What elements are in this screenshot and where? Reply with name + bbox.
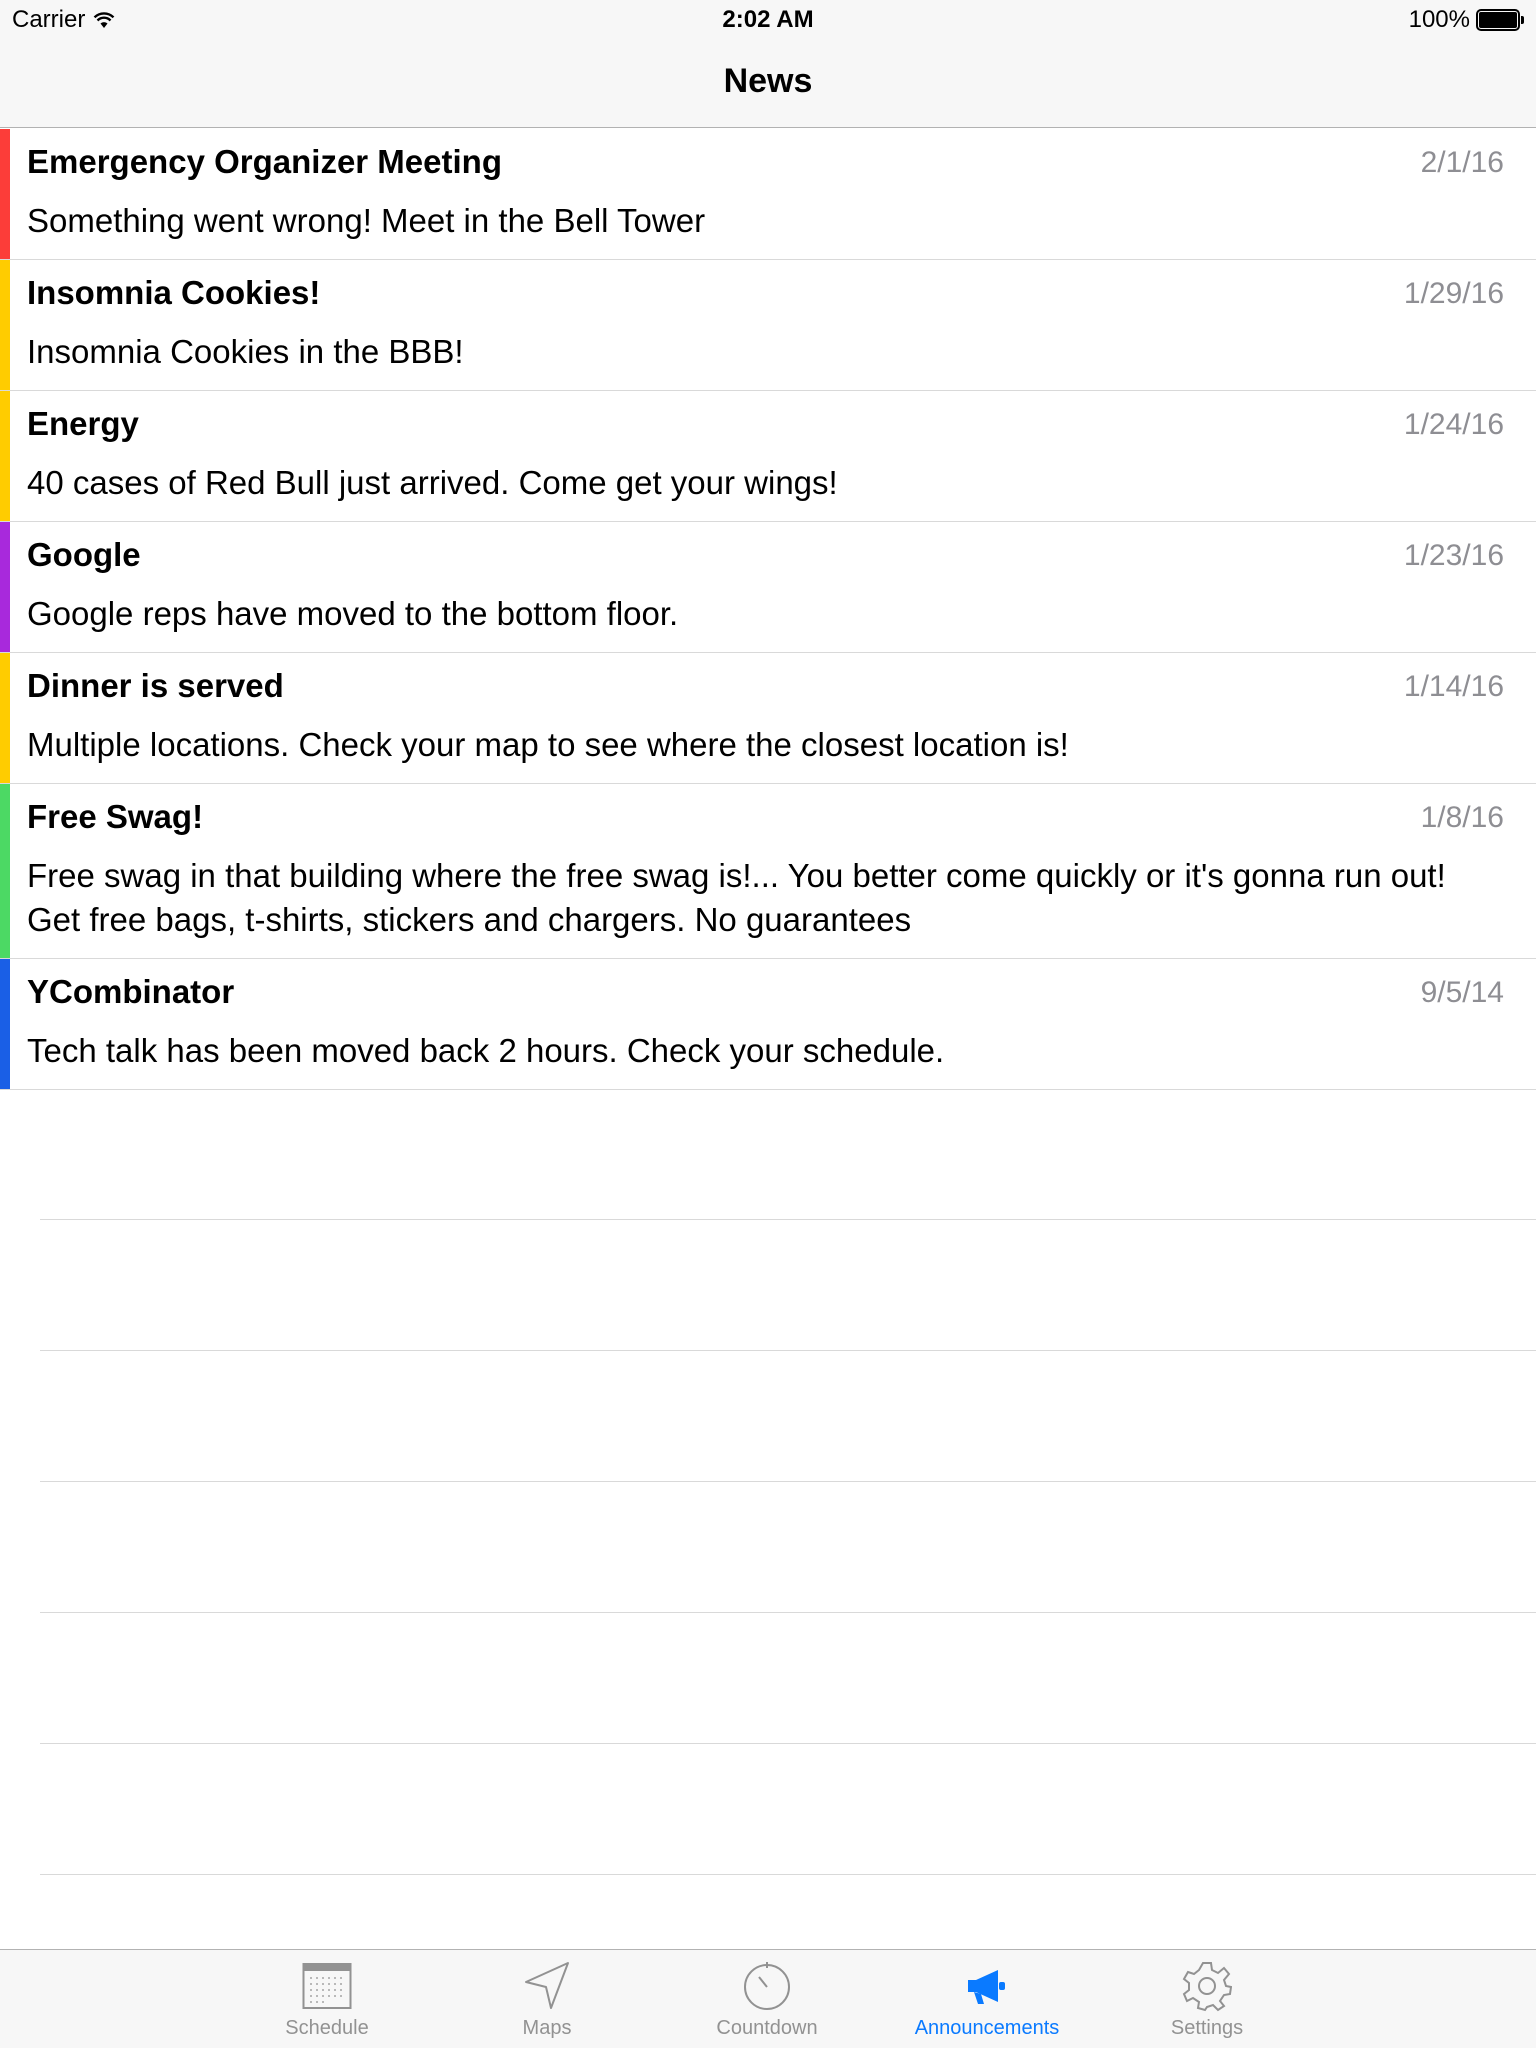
navigation-bar: News xyxy=(0,40,1536,128)
category-color-bar xyxy=(0,522,10,652)
news-date: 1/14/16 xyxy=(1403,670,1504,703)
page-title: News xyxy=(723,62,813,100)
news-title: YCombinator xyxy=(27,973,235,1010)
empty-row-separator xyxy=(40,1219,1536,1220)
news-date: 1/24/16 xyxy=(1403,408,1504,441)
status-time: 2:02 AM xyxy=(722,6,814,33)
battery-percent: 100% xyxy=(1408,6,1470,33)
status-bar: Carrier 2:02 AM 100% xyxy=(0,0,1536,40)
timer-icon xyxy=(744,1962,790,2010)
tab-settings[interactable]: Settings xyxy=(1097,1950,1317,2048)
empty-row-separator xyxy=(40,1874,1536,1875)
battery-indicator: 100% xyxy=(1409,6,1524,34)
news-title: Insomnia Cookies! xyxy=(27,274,321,311)
news-body: Something went wrong! Meet in the Bell T… xyxy=(27,202,706,239)
news-date: 2/1/16 xyxy=(1420,146,1504,179)
news-date: 1/23/16 xyxy=(1403,539,1504,572)
news-body: Insomnia Cookies in the BBB! xyxy=(27,333,464,370)
category-color-bar xyxy=(0,129,10,259)
news-date: 1/8/16 xyxy=(1420,801,1504,834)
news-body: Multiple locations. Check your map to se… xyxy=(27,726,1069,763)
news-item[interactable]: Energy 1/24/16 40 cases of Red Bull just… xyxy=(0,391,1536,522)
tab-label: Countdown xyxy=(716,2017,818,2039)
news-item[interactable]: Google 1/23/16 Google reps have moved to… xyxy=(0,522,1536,653)
tab-label: Settings xyxy=(1170,2017,1244,2039)
news-title: Free Swag! xyxy=(27,798,204,835)
location-arrow-icon xyxy=(525,1962,569,2009)
news-body: Google reps have moved to the bottom flo… xyxy=(27,595,679,632)
category-color-bar xyxy=(0,391,10,521)
category-color-bar xyxy=(0,959,10,1089)
news-item[interactable]: Dinner is served 1/14/16 Multiple locati… xyxy=(0,653,1536,784)
news-title: Google xyxy=(27,536,141,573)
empty-row-separator xyxy=(40,1350,1536,1351)
news-item[interactable]: Free Swag! 1/8/16 Free swag in that buil… xyxy=(0,784,1536,959)
news-date: 9/5/14 xyxy=(1420,976,1504,1009)
news-date: 1/29/16 xyxy=(1403,277,1504,310)
tab-label: Schedule xyxy=(285,2017,369,2039)
calendar-icon xyxy=(302,1963,352,2009)
category-color-bar xyxy=(0,260,10,390)
battery-icon xyxy=(1476,9,1524,31)
empty-row-separator xyxy=(40,1743,1536,1744)
category-color-bar xyxy=(0,653,10,783)
news-title: Energy xyxy=(27,405,139,442)
category-color-bar xyxy=(0,784,10,958)
news-item[interactable]: Emergency Organizer Meeting 2/1/16 Somet… xyxy=(0,129,1536,260)
news-title: Emergency Organizer Meeting xyxy=(27,143,502,180)
news-item[interactable]: Insomnia Cookies! 1/29/16 Insomnia Cooki… xyxy=(0,260,1536,391)
gear-icon xyxy=(1182,1962,1232,2012)
news-body: Free swag in that building where the fre… xyxy=(27,857,1446,938)
tab-label: Announcements xyxy=(914,2017,1060,2039)
tab-announcements[interactable]: Announcements xyxy=(877,1950,1097,2048)
empty-row-separator xyxy=(40,1481,1536,1482)
tab-schedule[interactable]: Schedule xyxy=(217,1950,437,2048)
tab-maps[interactable]: Maps xyxy=(437,1950,657,2048)
megaphone-icon xyxy=(968,1970,1005,2004)
tab-countdown[interactable]: Countdown xyxy=(657,1950,877,2048)
news-body: 40 cases of Red Bull just arrived. Come … xyxy=(27,464,838,501)
tab-label: Maps xyxy=(522,2017,572,2039)
empty-row-separator xyxy=(40,1612,1536,1613)
news-body: Tech talk has been moved back 2 hours. C… xyxy=(27,1032,945,1069)
news-list: Emergency Organizer Meeting 2/1/16 Somet… xyxy=(0,129,1536,1090)
news-title: Dinner is served xyxy=(27,667,284,704)
news-item[interactable]: YCombinator 9/5/14 Tech talk has been mo… xyxy=(0,959,1536,1090)
tab-bar: Schedule Maps Countdown Announcements Se… xyxy=(0,1949,1536,2048)
